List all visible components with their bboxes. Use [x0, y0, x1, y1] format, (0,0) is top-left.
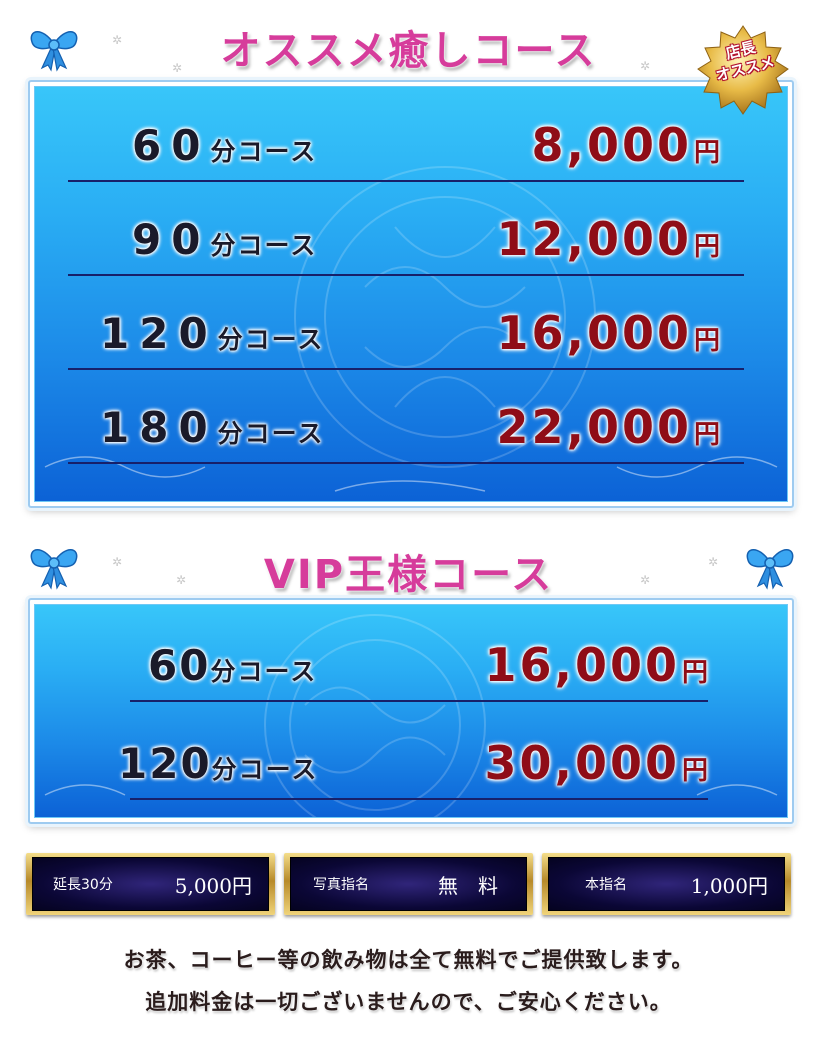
row-divider [68, 368, 744, 370]
extra-value: 5,000円 [174, 873, 252, 898]
notice-line: お茶、コーヒー等の飲み物は全て無料でご提供致します。 [123, 948, 694, 972]
course-name: 120分コース [118, 739, 319, 788]
row-divider [130, 700, 708, 702]
row-divider [130, 798, 708, 800]
osusume-course-panel: 60分コース 8,000円 90分コース 12,000円 120分コース 16,… [28, 80, 794, 508]
plate-inner: 写真指名 無 料 [290, 857, 527, 911]
manager-recommend-badge: 店長 オススメ [696, 24, 790, 118]
course-row: 60分コース 8,000円 [68, 92, 744, 182]
course-row: 120分コース 16,000円 [68, 280, 744, 370]
course-price: 22,000円 [496, 400, 720, 454]
course-price: 8,000円 [531, 118, 720, 172]
row-divider [68, 462, 744, 464]
course-name: 60分コース [132, 121, 318, 170]
course-row: 120分コース 30,000円 [118, 710, 708, 800]
course-price: 30,000円 [484, 736, 708, 790]
main-nomination-fee-plate: 本指名 1,000円 [542, 853, 791, 915]
course-price: 16,000円 [484, 638, 708, 692]
course-price: 16,000円 [496, 306, 720, 360]
notice-line: 追加料金は一切ございませんので、ご安心ください。 [145, 990, 672, 1014]
vip-course-panel: 60分コース 16,000円 120分コース 30,000円 [28, 598, 794, 824]
photo-nomination-fee-plate: 写真指名 無 料 [284, 853, 533, 915]
course-price: 12,000円 [496, 212, 720, 266]
row-divider [68, 180, 744, 182]
plate-inner: 本指名 1,000円 [548, 857, 785, 911]
extra-value: 無 料 [438, 873, 498, 898]
course-name: 60分コース [148, 641, 318, 690]
course-row: 180分コース 22,000円 [68, 374, 744, 464]
extra-label: 本指名 [585, 877, 627, 893]
extra-label: 写真指名 [313, 877, 369, 893]
plate-inner: 延長30分 5,000円 [32, 857, 269, 911]
section-title-vip: VIP王様コース [263, 552, 554, 598]
extra-value: 1,000円 [690, 873, 768, 898]
section-title-osusume: オススメ癒しコース [220, 28, 597, 74]
course-name: 180分コース [100, 403, 325, 452]
course-row: 90分コース 12,000円 [68, 186, 744, 276]
course-name: 90分コース [132, 215, 318, 264]
extra-label: 延長30分 [53, 877, 113, 893]
extension-fee-plate: 延長30分 5,000円 [26, 853, 275, 915]
course-name: 120分コース [100, 309, 325, 358]
course-row: 60分コース 16,000円 [130, 612, 708, 702]
row-divider [68, 274, 744, 276]
